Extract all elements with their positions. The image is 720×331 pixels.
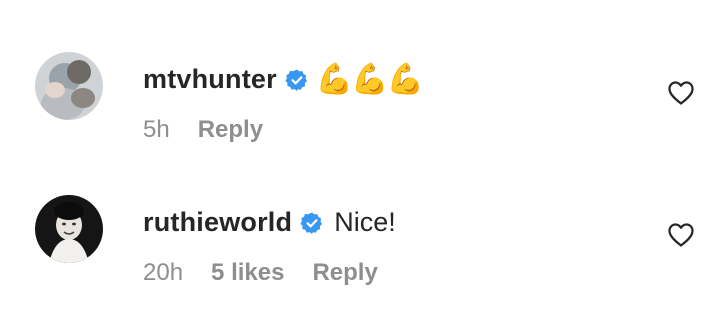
comment-meta: 20h 5 likes Reply: [143, 259, 406, 287]
comment-line: ruthieworld Nice!: [143, 207, 396, 238]
comment-text: Nice!: [334, 207, 396, 237]
comment-text: 💪💪💪: [315, 62, 424, 96]
heart-outline-icon[interactable]: [667, 222, 695, 248]
avatar[interactable]: [35, 195, 103, 263]
username[interactable]: ruthieworld: [143, 207, 292, 238]
comment-time: 20h: [143, 259, 184, 286]
verified-badge-icon: [300, 211, 324, 235]
comment-line: mtvhunter 💪💪💪: [143, 62, 424, 96]
verified-badge-icon: [285, 68, 309, 92]
username[interactable]: mtvhunter: [143, 64, 277, 95]
comment-meta: 5h Reply: [143, 116, 291, 144]
reply-button[interactable]: Reply: [312, 259, 377, 287]
likes-count[interactable]: 5 likes: [211, 259, 284, 287]
reply-button[interactable]: Reply: [198, 116, 263, 144]
avatar[interactable]: [35, 52, 103, 120]
heart-outline-icon[interactable]: [667, 80, 695, 106]
comment-time: 5h: [143, 116, 170, 143]
